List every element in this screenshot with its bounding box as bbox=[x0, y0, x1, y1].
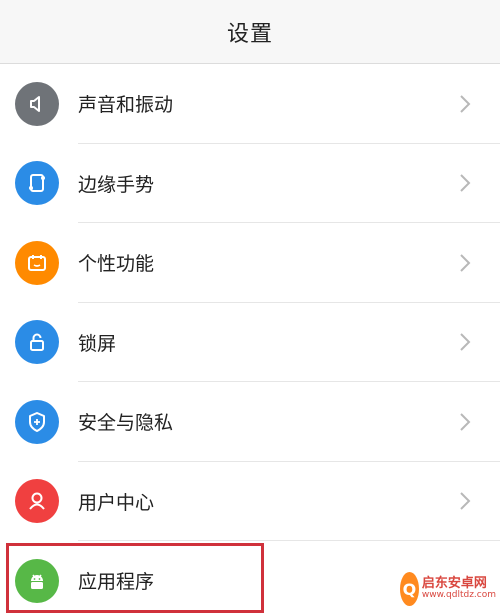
settings-item-label: 用户中心 bbox=[78, 491, 155, 514]
chevron-right-icon bbox=[458, 172, 472, 194]
settings-list: 声音和振动 边缘手势 个性功能 锁屏 安全与隐私 用户中心 应用程序 bbox=[0, 64, 500, 615]
settings-item-security-privacy[interactable]: 安全与隐私 bbox=[0, 382, 500, 462]
chevron-right-icon bbox=[458, 490, 472, 512]
settings-item-sound-vibration[interactable]: 声音和振动 bbox=[0, 64, 500, 144]
shield-icon bbox=[15, 399, 59, 444]
settings-item-label: 个性功能 bbox=[78, 253, 155, 276]
highlight-annotation bbox=[6, 543, 264, 613]
chevron-right-icon bbox=[458, 411, 472, 433]
watermark-name: 启东安卓网 bbox=[421, 575, 487, 591]
settings-item-lock-screen[interactable]: 锁屏 bbox=[0, 303, 500, 382]
settings-item-personal-features[interactable]: 个性功能 bbox=[0, 223, 500, 303]
chevron-right-icon bbox=[458, 252, 472, 274]
watermark-logo-icon: Q bbox=[400, 572, 419, 606]
settings-item-label: 安全与隐私 bbox=[78, 412, 174, 435]
user-icon bbox=[15, 479, 59, 524]
chevron-right-icon bbox=[458, 93, 472, 115]
speaker-icon bbox=[15, 81, 59, 126]
title-bar: 设置 bbox=[0, 0, 500, 64]
watermark: Q 启东安卓网 www.qdltdz.com bbox=[400, 567, 496, 611]
settings-item-label: 边缘手势 bbox=[78, 173, 155, 196]
personal-feature-icon bbox=[15, 240, 59, 285]
page-title: 设置 bbox=[226, 21, 273, 47]
settings-item-user-center[interactable]: 用户中心 bbox=[0, 462, 500, 541]
lock-icon bbox=[15, 320, 59, 365]
edge-gesture-icon bbox=[15, 161, 59, 206]
chevron-right-icon bbox=[458, 331, 472, 353]
settings-item-label: 锁屏 bbox=[78, 332, 117, 355]
watermark-url: www.qdltdz.com bbox=[421, 590, 496, 601]
settings-item-label: 声音和振动 bbox=[78, 94, 174, 117]
settings-item-edge-gesture[interactable]: 边缘手势 bbox=[0, 144, 500, 223]
